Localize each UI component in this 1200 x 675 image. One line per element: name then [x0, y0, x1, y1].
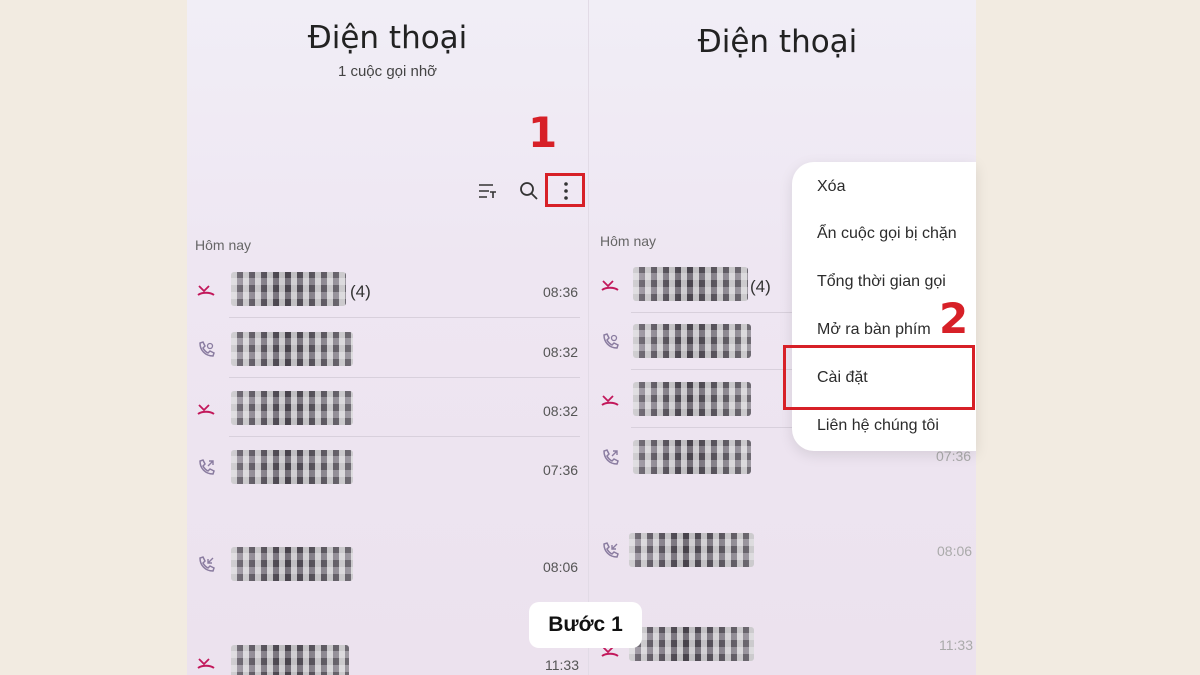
- section-today: Hôm nay: [195, 237, 252, 253]
- outgoing-call-icon: [600, 448, 620, 468]
- menu-item-hide-blocked-calls[interactable]: Ẩn cuộc gọi bị chặn: [817, 225, 957, 243]
- row-divider: [229, 317, 580, 318]
- missed-call-icon: [196, 399, 216, 419]
- step-number-2: 2: [939, 294, 969, 343]
- call-count: (4): [750, 277, 771, 296]
- highlight-settings: [783, 345, 975, 410]
- call-count: (4): [350, 282, 371, 301]
- row-divider: [229, 377, 580, 378]
- call-log-row[interactable]: 08:06: [589, 523, 976, 579]
- outgoing-call-icon: [196, 458, 216, 478]
- highlight-more-options: [545, 173, 585, 207]
- call-time: 08:36: [543, 284, 579, 300]
- blurred-contact-name: [231, 547, 353, 581]
- row-divider: [229, 436, 580, 437]
- call-time: 08:32: [543, 344, 579, 360]
- menu-item-total-call-time[interactable]: Tổng thời gian gọi: [817, 273, 946, 291]
- blurred-contact-name: [231, 450, 353, 484]
- blurred-contact-name: [633, 324, 751, 358]
- voicemail-call-icon: [196, 340, 216, 360]
- call-log-row[interactable]: 07:36: [187, 440, 588, 496]
- call-log-row[interactable]: 11:33: [589, 617, 976, 673]
- missed-call-icon: [600, 275, 620, 295]
- blurred-contact-name: [633, 267, 748, 301]
- blurred-contact-name: [231, 391, 353, 425]
- call-log-row[interactable]: 08:32: [187, 381, 588, 437]
- call-log-row[interactable]: 11:33: [187, 635, 588, 675]
- call-log-row[interactable]: 08:32: [187, 322, 588, 378]
- call-time: 08:06: [543, 559, 579, 575]
- voicemail-call-icon: [600, 332, 620, 352]
- menu-item-delete[interactable]: Xóa: [817, 178, 845, 196]
- call-time: 11:33: [939, 637, 973, 653]
- filter-icon[interactable]: [476, 180, 498, 202]
- blurred-contact-name: [629, 533, 754, 567]
- call-log-row[interactable]: (4) 08:36: [187, 262, 588, 318]
- incoming-call-icon: [196, 555, 216, 575]
- blurred-contact-name: [231, 645, 349, 675]
- missed-call-icon: [600, 390, 620, 410]
- incoming-call-icon: [600, 541, 620, 561]
- blurred-contact-name: [633, 382, 751, 416]
- blurred-contact-name: [231, 272, 346, 306]
- call-time: 08:06: [937, 543, 973, 559]
- blurred-contact-name: [629, 627, 754, 661]
- call-log-row[interactable]: 08:06: [187, 537, 588, 593]
- blurred-contact-name: [231, 332, 353, 366]
- call-time: 07:36: [543, 462, 579, 478]
- missed-call-icon: [196, 280, 216, 300]
- page-title: Điện thoại: [697, 24, 858, 60]
- step-number-1: 1: [528, 108, 558, 157]
- missed-call-icon: [196, 653, 216, 673]
- step-caption: Bước 1: [529, 602, 642, 648]
- phone-screen-left: Điện thoại 1 cuộc gọi nhỡ Hôm nay (4) 08…: [187, 0, 588, 675]
- blurred-contact-name: [633, 440, 751, 474]
- missed-calls-subtitle: 1 cuộc gọi nhỡ: [337, 63, 438, 80]
- menu-item-contact-us[interactable]: Liên hệ chúng tôi: [817, 417, 939, 435]
- call-time: 11:33: [545, 657, 579, 673]
- page-title: Điện thoại: [307, 20, 468, 56]
- call-time: 08:32: [543, 403, 579, 419]
- search-icon[interactable]: [517, 179, 541, 203]
- section-today: Hôm nay: [600, 233, 657, 249]
- menu-item-open-keypad[interactable]: Mở ra bàn phím: [817, 321, 931, 339]
